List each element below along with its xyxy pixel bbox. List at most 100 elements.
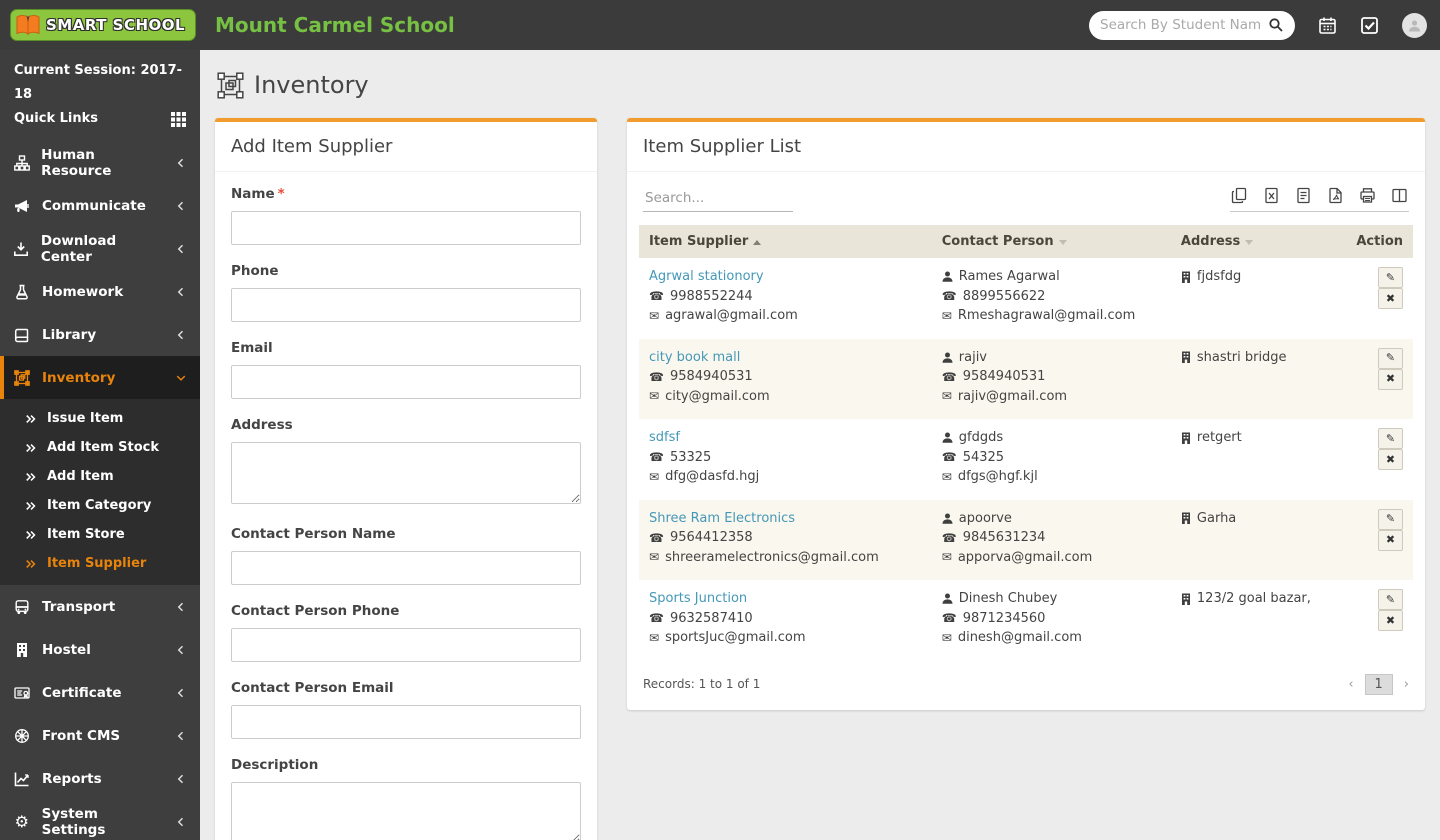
sidebar-item-download-center[interactable]: Download Center: [0, 227, 200, 270]
gears-icon: ⚙: [14, 811, 29, 831]
building-icon: [1181, 593, 1191, 605]
sidebar-item-transport[interactable]: Transport: [0, 585, 200, 628]
edit-button[interactable]: ✎: [1378, 347, 1403, 369]
print-icon[interactable]: [1359, 187, 1376, 204]
delete-button[interactable]: ✖: [1378, 529, 1403, 551]
chevron-down-icon: [175, 372, 187, 384]
next-page-button[interactable]: ›: [1404, 677, 1409, 692]
avatar[interactable]: [1402, 12, 1427, 38]
sidebar-item-system-settings[interactable]: ⚙ System Settings: [0, 800, 200, 840]
inventory-submenu: Issue Item Add Item Stock Add Item Item …: [0, 399, 200, 585]
phone-icon: ☎: [649, 530, 664, 545]
columns-icon[interactable]: [1391, 187, 1408, 204]
address-textarea[interactable]: [231, 442, 581, 504]
edit-button[interactable]: ✎: [1378, 508, 1403, 530]
supplier-phone: 9632587410: [669, 610, 753, 626]
delete-button[interactable]: ✖: [1378, 449, 1403, 470]
supplier-name-link[interactable]: Agrwal stationory: [649, 269, 764, 284]
email-input[interactable]: [231, 365, 581, 399]
field-label: Address: [231, 417, 293, 433]
contact-person-email-input[interactable]: [231, 705, 581, 739]
supplier-email: sportsJuc@gmail.com: [665, 630, 806, 645]
column-header-contact-person[interactable]: Contact Person: [931, 225, 1171, 258]
phone-input[interactable]: [231, 288, 581, 322]
submenu-item-item-supplier[interactable]: Item Supplier: [0, 549, 200, 578]
sidebar: Current Session: 2017-18 Quick Links Hum…: [0, 50, 200, 840]
sidebar-item-human-resource[interactable]: Human Resource: [0, 141, 200, 184]
sidebar-item-hostel[interactable]: Hostel: [0, 628, 200, 671]
contact-name: Dinesh Chubey: [958, 591, 1058, 606]
delete-button[interactable]: ✖: [1378, 610, 1403, 631]
chart-line-icon: [13, 771, 31, 787]
submenu-item-add-item[interactable]: Add Item: [0, 462, 200, 491]
mail-icon: ✉: [941, 630, 952, 645]
submenu-item-add-item-stock[interactable]: Add Item Stock: [0, 433, 200, 462]
submenu-item-label: Add Item: [47, 469, 114, 484]
page-number[interactable]: 1: [1364, 673, 1393, 695]
column-header-action: Action: [1346, 225, 1413, 258]
app-logo[interactable]: SMART SCHOOL: [0, 9, 200, 41]
sidebar-item-communicate[interactable]: Communicate: [0, 184, 200, 227]
search-icon[interactable]: [1268, 17, 1284, 33]
tasks-icon[interactable]: [1360, 16, 1379, 35]
name-input[interactable]: [231, 211, 581, 245]
records-label: Records: 1 to 1 of 1: [643, 677, 761, 691]
supplier-name-link[interactable]: Shree Ram Electronics: [649, 511, 795, 526]
column-header-item-supplier[interactable]: Item Supplier: [639, 225, 932, 258]
submenu-item-item-category[interactable]: Item Category: [0, 491, 200, 520]
contact-person-name-field: Contact Person Name: [231, 514, 581, 591]
page-title: Inventory: [254, 71, 369, 99]
mail-icon: ✉: [941, 550, 952, 565]
supplier-name-link[interactable]: sdfsf: [649, 430, 680, 445]
list-search-input[interactable]: [643, 187, 793, 212]
chevron-left-icon: [175, 200, 187, 212]
user-icon: [942, 593, 953, 604]
mail-icon: ✉: [941, 308, 952, 323]
contact-person-phone-input[interactable]: [231, 628, 581, 662]
add-item-supplier-panel: Add Item Supplier Name * Phone Email Addr…: [215, 118, 597, 840]
supplier-address: retgert: [1196, 430, 1242, 445]
submenu-item-item-store[interactable]: Item Store: [0, 520, 200, 549]
table-header-row: Item Supplier Contact Person Address Act…: [639, 225, 1413, 258]
supplier-phone: 9584940531: [669, 369, 753, 384]
contact-email: dinesh@gmail.com: [957, 630, 1082, 645]
sidebar-item-homework[interactable]: Homework: [0, 270, 200, 313]
item-supplier-list-panel: Item Supplier List Search... Item Suppli…: [627, 118, 1425, 710]
excel-icon[interactable]: [1263, 187, 1280, 204]
sidebar-item-library[interactable]: Library: [0, 313, 200, 356]
address-field: Address: [231, 405, 581, 514]
delete-button[interactable]: ✖: [1378, 288, 1403, 309]
supplier-name-link[interactable]: Sports Junction: [649, 591, 747, 606]
contact-person-name-input[interactable]: [231, 551, 581, 585]
prev-page-button[interactable]: ‹: [1348, 677, 1353, 692]
supplier-name-link[interactable]: city book mall: [649, 350, 740, 365]
delete-button[interactable]: ✖: [1378, 368, 1403, 390]
contact-phone: 9584940531: [962, 369, 1046, 384]
column-header-address[interactable]: Address: [1170, 225, 1347, 258]
student-search[interactable]: [1089, 10, 1295, 40]
supplier-address: Garha: [1196, 510, 1237, 526]
supplier-email: city@gmail.com: [665, 388, 770, 404]
sidebar-item-inventory[interactable]: Inventory: [0, 356, 200, 399]
calendar-icon[interactable]: [1318, 16, 1337, 35]
sidebar-item-label: Transport: [42, 598, 116, 615]
grid-icon[interactable]: [171, 111, 186, 127]
sidebar-item-certificate[interactable]: Certificate: [0, 671, 200, 714]
submenu-item-issue-item[interactable]: Issue Item: [0, 404, 200, 433]
edit-button[interactable]: ✎: [1378, 267, 1403, 288]
sidebar-item-front-cms[interactable]: Front CMS: [0, 714, 200, 757]
building-icon: [1181, 351, 1191, 364]
description-textarea[interactable]: [231, 782, 581, 840]
edit-button[interactable]: ✎: [1378, 428, 1403, 449]
contact-email: apporva@gmail.com: [957, 549, 1093, 565]
chevron-left-icon: [175, 329, 187, 341]
sidebar-item-label: System Settings: [41, 805, 106, 838]
pdf-icon[interactable]: [1327, 187, 1344, 204]
submenu-item-label: Issue Item: [47, 411, 124, 426]
sidebar-item-reports[interactable]: Reports: [0, 757, 200, 800]
copy-icon[interactable]: [1231, 187, 1248, 204]
csv-icon[interactable]: [1295, 187, 1312, 204]
student-search-input[interactable]: [1100, 17, 1262, 33]
mail-icon: ✉: [649, 389, 660, 404]
edit-button[interactable]: ✎: [1378, 589, 1403, 610]
